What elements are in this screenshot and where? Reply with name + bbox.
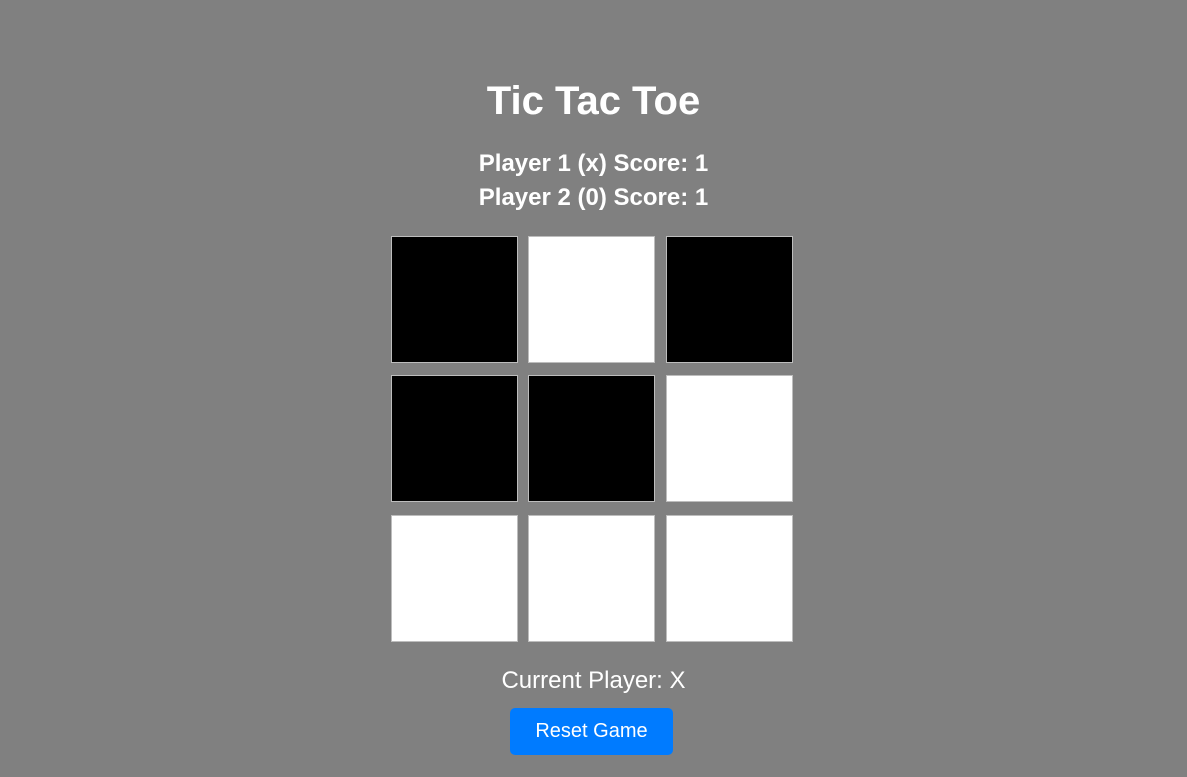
board-cell-2[interactable]	[528, 236, 655, 363]
current-player-label: Current Player: X	[501, 667, 686, 694]
game-board	[391, 236, 795, 644]
board-cell-7[interactable]	[391, 515, 518, 642]
player2-score: Player 2 (0) Score: 1	[478, 184, 709, 211]
board-cell-1[interactable]	[391, 236, 518, 363]
board-cell-9[interactable]	[666, 515, 793, 642]
board-cell-4[interactable]	[391, 375, 518, 502]
player1-score: Player 1 (x) Score: 1	[478, 150, 709, 177]
tic-tac-toe-app: Tic Tac Toe Player 1 (x) Score: 1 Player…	[0, 0, 1187, 777]
board-cell-5[interactable]	[528, 375, 655, 502]
reset-game-button[interactable]: Reset Game	[510, 708, 673, 755]
board-cell-8[interactable]	[528, 515, 655, 642]
board-cell-3[interactable]	[666, 236, 793, 363]
board-cell-6[interactable]	[666, 375, 793, 502]
page-title: Tic Tac Toe	[486, 79, 701, 123]
